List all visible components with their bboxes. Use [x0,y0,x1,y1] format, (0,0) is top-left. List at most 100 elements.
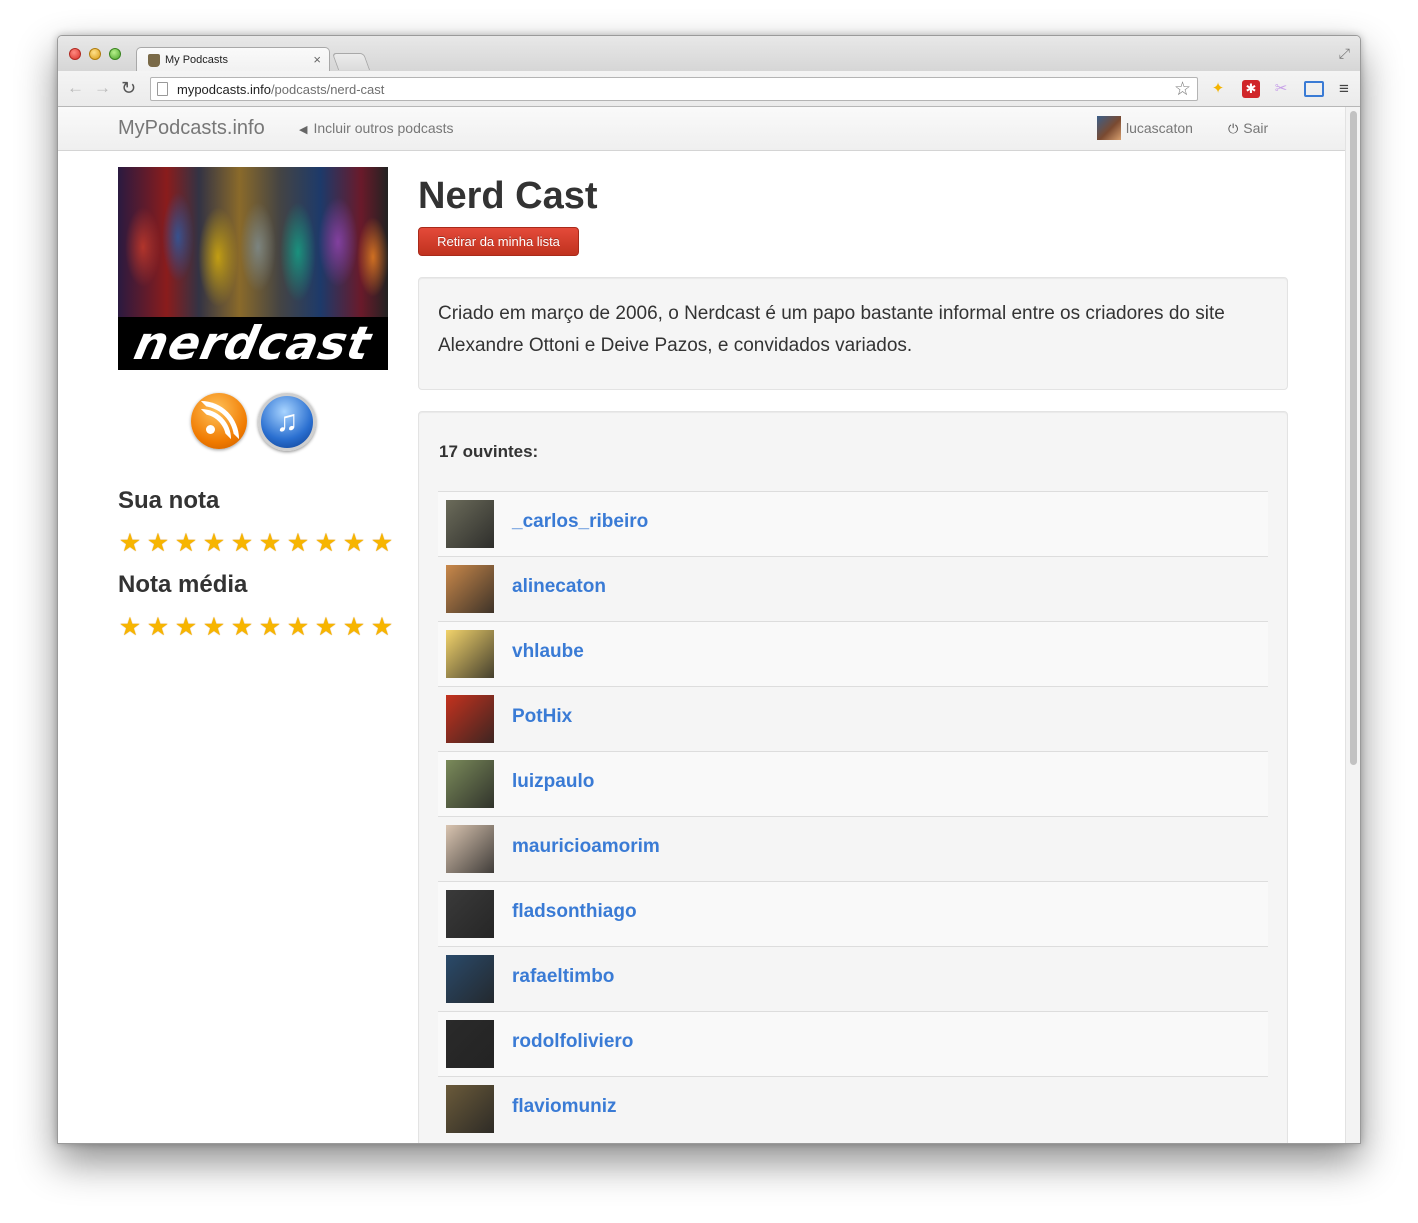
star-icon[interactable]: ★ [341,530,367,556]
avatar[interactable] [446,630,494,678]
listener-name-link[interactable]: mauricioamorim [512,836,660,858]
reload-icon[interactable]: ↻ [121,79,136,97]
listener-name-link[interactable]: flaviomuniz [512,1096,617,1118]
listener-row: rodolfoliviero [438,1011,1268,1076]
star-icon: ★ [230,613,254,641]
tab-strip: My Podcasts × ⤢ [58,36,1360,72]
avatar[interactable] [446,760,494,808]
back-arrow-icon[interactable]: ← [67,79,84,97]
listener-row: fladsonthiago [438,881,1268,946]
listener-row: _carlos_ribeiro [438,491,1268,556]
username-label: lucascaton [1126,120,1193,136]
star-icon: ★ [370,613,394,641]
menu-icon[interactable]: ≡ [1335,80,1353,98]
zoom-window-icon[interactable] [109,48,121,60]
avatar[interactable] [446,890,494,938]
page-scrollbar[interactable] [1345,107,1360,1143]
star-icon: ★ [258,613,282,641]
listener-name-link[interactable]: rafaeltimbo [512,966,614,988]
logout-link[interactable]: ⏻ Sair [1228,120,1268,137]
star-icon[interactable]: ★ [201,530,227,556]
listener-name-link[interactable]: alinecaton [512,576,606,598]
speaker-icon: ◀ [299,124,308,136]
rss-feed-icon[interactable] [191,393,247,449]
listeners-panel: 17 ouvintes: _carlos_ribeiro alinecaton vh… [418,411,1288,1143]
listener-name-link[interactable]: PotHix [512,706,572,728]
star-icon[interactable]: ★ [313,530,339,556]
new-tab-button[interactable] [331,53,371,70]
avatar[interactable] [446,955,494,1003]
star-icon[interactable]: ★ [285,530,311,556]
page-icon [157,82,168,96]
power-icon: ⏻ [1228,121,1239,136]
avatar[interactable] [446,500,494,548]
site-navbar: MyPodcasts.info ◀ Incluir outros podcasts… [58,107,1346,151]
listener-row: alinecaton [438,556,1268,621]
browser-window: My Podcasts × ⤢ ← → ↻ mypodcasts.info/po… [57,35,1361,1144]
star-icon[interactable]: ★ [229,530,255,556]
tab-my-podcasts[interactable]: My Podcasts × [136,47,330,72]
star-icon[interactable]: ★ [117,530,143,556]
address-bar[interactable]: mypodcasts.info/podcasts/nerd-cast ☆ [150,77,1198,101]
avatar[interactable] [446,565,494,613]
fullscreen-icon[interactable]: ⤢ [1339,45,1350,62]
listener-row: luizpaulo [438,751,1268,816]
star-icon: ★ [342,613,366,641]
favicon-icon [148,54,160,67]
star-icon[interactable]: ★ [173,530,199,556]
browse-podcasts-link[interactable]: ◀ Incluir outros podcasts [299,120,454,136]
brand-link[interactable]: MyPodcasts.info [118,117,265,140]
listener-list: _carlos_ribeiro alinecaton vhlaube PotHix lu… [438,491,1268,1141]
podcast-description: Criado em março de 2006, o Nerdcast é um… [418,277,1288,390]
itunes-icon[interactable]: ♫ [258,393,316,451]
close-window-icon[interactable] [69,48,81,60]
podcast-title: Nerd Cast [418,175,598,217]
extension-pin-icon[interactable]: ✦ [1209,80,1227,98]
scrollbar-thumb[interactable] [1350,111,1357,765]
extension-screen-icon[interactable] [1304,81,1324,97]
cover-logo: nerdcast [129,316,377,370]
cover-artwork [118,167,388,317]
star-icon: ★ [118,613,142,641]
average-rating-heading: Nota média [118,571,248,598]
unsubscribe-button[interactable]: Retirar da minha lista [418,227,579,256]
url-text[interactable]: mypodcasts.info/podcasts/nerd-cast [177,82,384,97]
star-icon: ★ [174,613,198,641]
listener-name-link[interactable]: fladsonthiago [512,901,637,923]
star-icon[interactable]: ★ [145,530,171,556]
star-icon: ★ [286,613,310,641]
tab-close-icon[interactable]: × [313,52,321,67]
extension-lastpass-icon[interactable]: ✱ [1242,80,1260,98]
star-icon: ★ [202,613,226,641]
avatar [1097,116,1121,140]
my-rating-heading: Sua nota [118,487,220,514]
average-rating-stars: ★ ★ ★ ★ ★ ★ ★ ★ ★ ★ [117,614,397,640]
listeners-count: 17 ouvintes: [439,442,539,461]
bookmark-star-icon[interactable]: ☆ [1174,78,1191,101]
listener-row: PotHix [438,686,1268,751]
listener-row: rafaeltimbo [438,946,1268,1011]
listener-name-link[interactable]: rodolfoliviero [512,1031,633,1053]
my-rating-stars[interactable]: ★ ★ ★ ★ ★ ★ ★ ★ ★ ★ [117,530,397,556]
logout-label: Sair [1243,120,1269,136]
listener-row: flaviomuniz [438,1076,1268,1141]
minimize-window-icon[interactable] [89,48,101,60]
avatar[interactable] [446,1020,494,1068]
forward-arrow-icon[interactable]: → [94,79,111,97]
listener-name-link[interactable]: vhlaube [512,641,584,663]
listener-row: vhlaube [438,621,1268,686]
url-path: /podcasts/nerd-cast [270,82,385,97]
browse-podcasts-label: Incluir outros podcasts [313,120,454,136]
url-host: mypodcasts.info [177,82,271,97]
listener-name-link[interactable]: luizpaulo [512,771,594,793]
browser-toolbar: ← → ↻ mypodcasts.info/podcasts/nerd-cast… [58,71,1360,107]
star-icon[interactable]: ★ [257,530,283,556]
avatar[interactable] [446,825,494,873]
extension-scissors-icon[interactable]: ✂ [1272,80,1290,98]
tab-title: My Podcasts [165,54,228,66]
avatar[interactable] [446,1085,494,1133]
avatar[interactable] [446,695,494,743]
star-icon[interactable]: ★ [369,530,395,556]
podcast-cover-image: nerdcast [118,167,388,370]
listener-name-link[interactable]: _carlos_ribeiro [512,511,648,533]
